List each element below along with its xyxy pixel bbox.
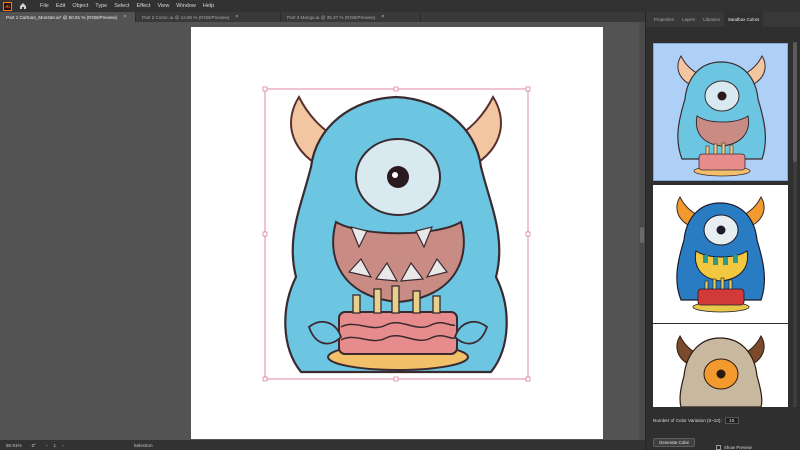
- monster-artwork[interactable]: [191, 27, 603, 439]
- show-preview-checkbox[interactable]: [716, 445, 721, 450]
- close-icon[interactable]: ×: [235, 14, 238, 20]
- main-menu: File Edit Object Type Select Effect View…: [40, 3, 221, 9]
- menu-help[interactable]: Help: [203, 3, 214, 9]
- generate-color-button[interactable]: Generate Color: [653, 438, 695, 447]
- close-icon[interactable]: ×: [123, 14, 126, 20]
- artboard-next-icon[interactable]: ›: [62, 443, 64, 448]
- show-preview-label: Show Preview: [724, 445, 752, 450]
- variation-count-row: Number of Color Variation (0~10): 10: [653, 417, 739, 424]
- panel-tabs: Properties Layers Libraries Sandbox Colo…: [646, 12, 800, 27]
- show-preview-row[interactable]: Show Preview: [716, 445, 752, 450]
- app-logo[interactable]: Ai: [3, 1, 12, 11]
- menu-object[interactable]: Object: [72, 3, 88, 9]
- zoom-level[interactable]: 50.91%: [6, 443, 22, 448]
- scrollbar-thumb[interactable]: [793, 42, 797, 162]
- tab-manga[interactable]: Part 3 Manga.ai @ 35.37 % (RGB/Preview) …: [281, 12, 421, 22]
- tab-label: Part 3 Manga.ai @ 35.37 % (RGB/Preview): [287, 14, 376, 20]
- artboard[interactable]: [191, 27, 603, 439]
- tab-comic[interactable]: Part 2 Comic.ai @ 12.86 % (RGB/Preview) …: [136, 12, 281, 22]
- menu-edit[interactable]: Edit: [56, 3, 65, 9]
- tab-sandbox-colors[interactable]: Sandbox Colors: [724, 12, 764, 27]
- current-tool: Selection: [133, 442, 153, 448]
- cake: [338, 311, 458, 355]
- menu-view[interactable]: View: [157, 3, 169, 9]
- sandbox-colors-panel: Properties Layers Libraries Sandbox Colo…: [645, 12, 800, 450]
- variation-count-input[interactable]: 10: [724, 417, 739, 424]
- tab-label: Part 1 Cartoon_Monster.ai* @ 50.91 % (RG…: [6, 14, 118, 20]
- menu-bar: Ai File Edit Object Type Select Effect V…: [0, 0, 800, 12]
- menu-type[interactable]: Type: [95, 3, 107, 9]
- color-variation-2[interactable]: [653, 185, 788, 323]
- menu-select[interactable]: Select: [114, 3, 129, 9]
- rotation-value[interactable]: 0°: [32, 443, 36, 448]
- color-variation-3[interactable]: [653, 324, 788, 407]
- scrollbar-thumb[interactable]: [640, 227, 644, 243]
- tab-properties[interactable]: Properties: [650, 12, 678, 27]
- status-bar: 50.91% 0° ‹ 1 › Selection: [0, 440, 645, 450]
- menu-effect[interactable]: Effect: [137, 3, 151, 9]
- tab-layers[interactable]: Layers: [678, 12, 699, 27]
- tab-libraries[interactable]: Libraries: [699, 12, 724, 27]
- artboard-number[interactable]: 1: [54, 443, 57, 448]
- document-tab-bar: Part 1 Cartoon_Monster.ai* @ 50.91 % (RG…: [0, 12, 645, 22]
- home-icon[interactable]: [18, 1, 28, 11]
- variation-count-label: Number of Color Variation (0~10):: [653, 418, 722, 423]
- color-variation-1[interactable]: [653, 43, 788, 181]
- menu-window[interactable]: Window: [176, 3, 196, 9]
- close-icon[interactable]: ×: [381, 14, 384, 20]
- menu-file[interactable]: File: [40, 3, 49, 9]
- tab-label: Part 2 Comic.ai @ 12.86 % (RGB/Preview): [142, 14, 230, 20]
- variations-scrollbar[interactable]: [793, 42, 797, 407]
- artboard-prev-icon[interactable]: ‹: [46, 443, 48, 448]
- tab-cartoon-monster[interactable]: Part 1 Cartoon_Monster.ai* @ 50.91 % (RG…: [0, 12, 136, 22]
